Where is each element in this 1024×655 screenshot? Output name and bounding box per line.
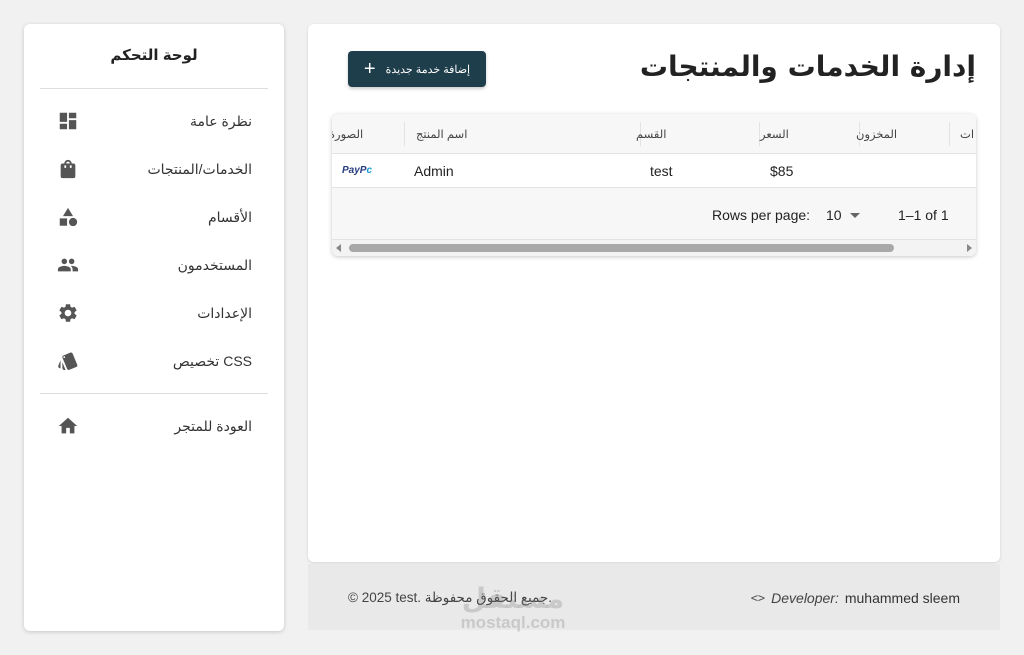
sidebar-item-overview[interactable]: نظرة عامة xyxy=(24,97,284,145)
developer-name[interactable]: muhammed sleem xyxy=(845,590,960,606)
table-row[interactable]: PayPc Admin test $85 xyxy=(332,154,976,188)
column-header-category[interactable]: القسم xyxy=(636,114,676,153)
sidebar-item-label: العودة للمتجر xyxy=(174,417,252,434)
pagination-range: 1–1 of 1 xyxy=(898,207,949,223)
paypal-logo-text-2: c xyxy=(366,165,373,176)
sidebar-item-users[interactable]: المستخدمون xyxy=(24,241,284,289)
rows-per-page-value: 10 xyxy=(826,207,842,223)
column-header-name[interactable]: اسم المنتج xyxy=(416,114,566,153)
column-header-image[interactable]: الصورة xyxy=(332,114,369,153)
table-header: الصورة اسم المنتج القسم السعر المخزون ات xyxy=(332,114,976,154)
sidebar-item-label: الخدمات/المنتجات xyxy=(147,160,252,177)
sidebar-item-label: المستخدمون xyxy=(177,256,252,273)
page-title: إدارة الخدمات والمنتجات xyxy=(639,50,976,83)
dashboard-icon xyxy=(56,109,80,133)
add-service-label: إضافة خدمة جديدة xyxy=(385,63,471,76)
sidebar-nav: نظرة عامة الخدمات/المنتجات الأقسام المست… xyxy=(24,89,284,385)
sidebar-item-label: الأقسام xyxy=(208,208,252,225)
chevron-down-icon xyxy=(849,212,860,218)
product-image: PayPc xyxy=(342,154,382,187)
home-icon xyxy=(56,414,80,438)
developer-credit: <> Developer: muhammed sleem xyxy=(751,590,960,606)
sidebar-item-back-to-store[interactable]: العودة للمتجر xyxy=(24,402,284,450)
scrollbar-thumb[interactable] xyxy=(349,244,894,252)
sidebar-divider-bottom xyxy=(40,393,268,394)
paypal-logo: PayPc xyxy=(342,165,372,176)
column-header-actions[interactable]: ات xyxy=(960,114,976,153)
cell-product-name: Admin xyxy=(414,162,454,179)
column-separator xyxy=(949,122,950,146)
sidebar-item-label: نظرة عامة xyxy=(190,112,252,129)
paypal-logo-text-1: PayP xyxy=(342,165,367,176)
rows-per-page-label: Rows per page: xyxy=(712,207,811,223)
scroll-left-icon[interactable] xyxy=(336,244,341,252)
category-shapes-icon xyxy=(56,205,80,229)
page-footer: © 2025 test. جميع الحقوق محفوظة. <> Deve… xyxy=(308,564,1000,630)
table-scroll-area: الصورة اسم المنتج القسم السعر المخزون ات… xyxy=(332,114,976,188)
sidebar-item-css[interactable]: CSS تخصيص xyxy=(24,337,284,385)
column-header-stock[interactable]: المخزون xyxy=(856,114,916,153)
gear-icon xyxy=(56,301,80,325)
copyright-text: © 2025 test. جميع الحقوق محفوظة. xyxy=(348,590,553,605)
main-card: إدارة الخدمات والمنتجات إضافة خدمة جديدة… xyxy=(308,24,1000,562)
cell-category: test xyxy=(650,162,673,179)
products-table: الصورة اسم المنتج القسم السعر المخزون ات… xyxy=(332,114,976,256)
sidebar-item-label: CSS تخصيص xyxy=(172,352,252,369)
rows-per-page-select[interactable]: 10 xyxy=(826,207,860,223)
sidebar-item-label: الإعدادات xyxy=(197,304,252,321)
sidebar-item-products[interactable]: الخدمات/المنتجات xyxy=(24,145,284,193)
column-header-price[interactable]: السعر xyxy=(760,114,800,153)
scroll-right-icon[interactable] xyxy=(967,244,972,252)
style-icon xyxy=(56,349,80,373)
sidebar-item-settings[interactable]: الإعدادات xyxy=(24,289,284,337)
column-separator xyxy=(404,122,405,146)
sidebar-item-categories[interactable]: الأقسام xyxy=(24,193,284,241)
plus-icon: + xyxy=(363,58,376,80)
cell-price: $85 xyxy=(770,162,794,179)
cell-stock xyxy=(870,154,930,187)
shopping-bag-icon xyxy=(56,157,80,181)
sidebar-title: لوحة التحكم xyxy=(110,47,198,64)
table-pagination: Rows per page: 10 1–1 of 1 xyxy=(332,188,976,240)
code-icon: <> xyxy=(750,591,766,605)
horizontal-scrollbar[interactable] xyxy=(332,240,976,256)
sidebar: لوحة التحكم نظرة عامة الخدمات/المنتجات ا… xyxy=(24,24,284,631)
people-icon xyxy=(56,253,80,277)
developer-label: Developer: xyxy=(771,590,839,606)
add-service-button[interactable]: إضافة خدمة جديدة + xyxy=(348,51,486,87)
